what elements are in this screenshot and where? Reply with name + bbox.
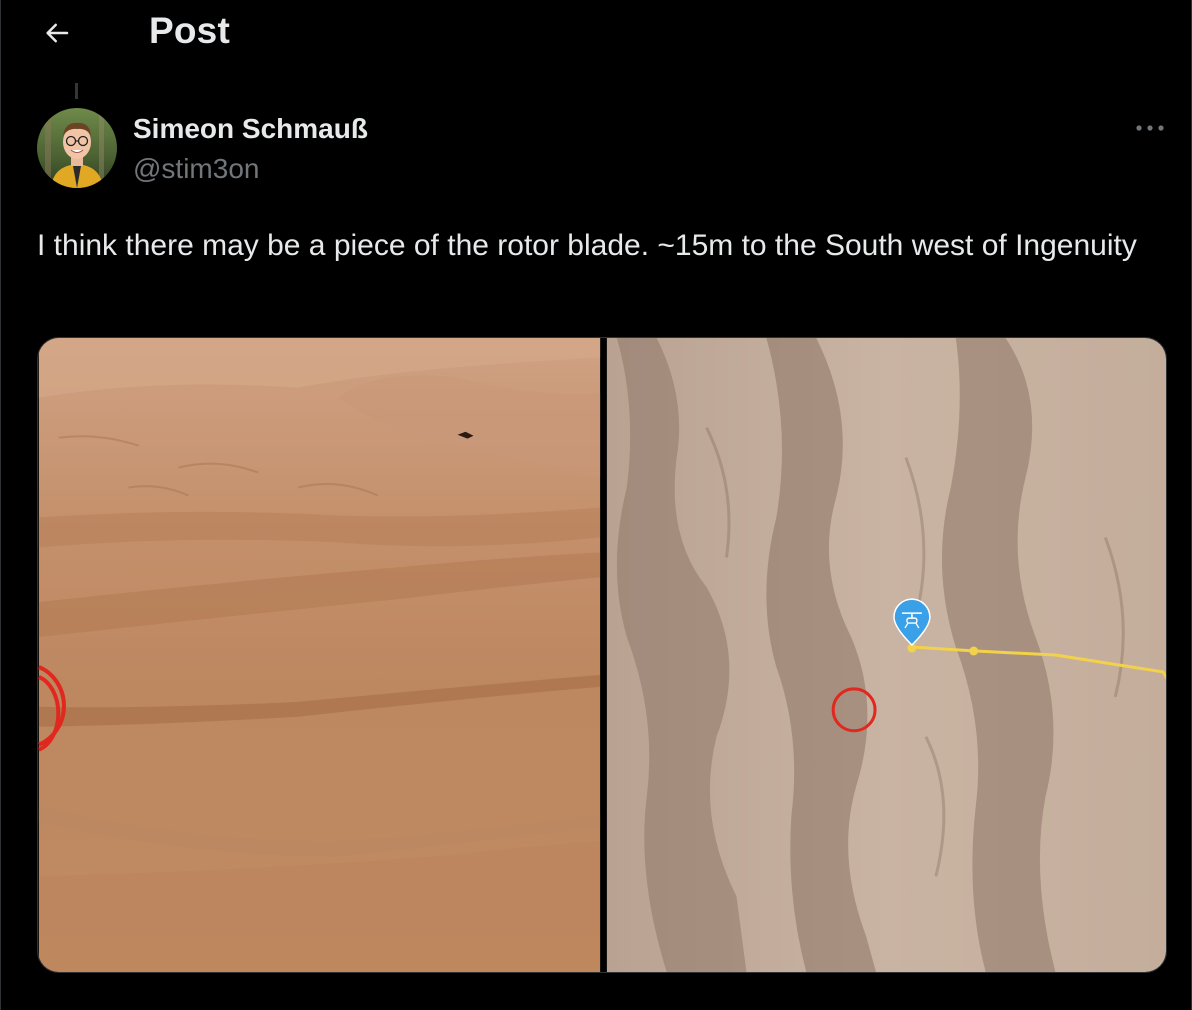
author-handle[interactable]: @stim3on <box>133 153 259 185</box>
more-horizontal-icon <box>1136 125 1164 131</box>
avatar-photo <box>37 108 117 188</box>
media-grid <box>37 337 1167 973</box>
back-button[interactable] <box>34 10 80 56</box>
more-options-button[interactable] <box>1128 110 1172 146</box>
media-photo-map[interactable] <box>606 338 1167 972</box>
page-title: Post <box>149 10 230 51</box>
author-name[interactable]: Simeon Schmauß <box>133 113 368 145</box>
post-text: I think there may be a piece of the roto… <box>37 229 1137 262</box>
thread-connector-line <box>75 83 78 99</box>
avatar[interactable] <box>37 108 117 188</box>
media-photo-dunes[interactable] <box>38 338 601 972</box>
left-column-border <box>0 0 1 1010</box>
arrow-left-icon <box>46 23 69 43</box>
